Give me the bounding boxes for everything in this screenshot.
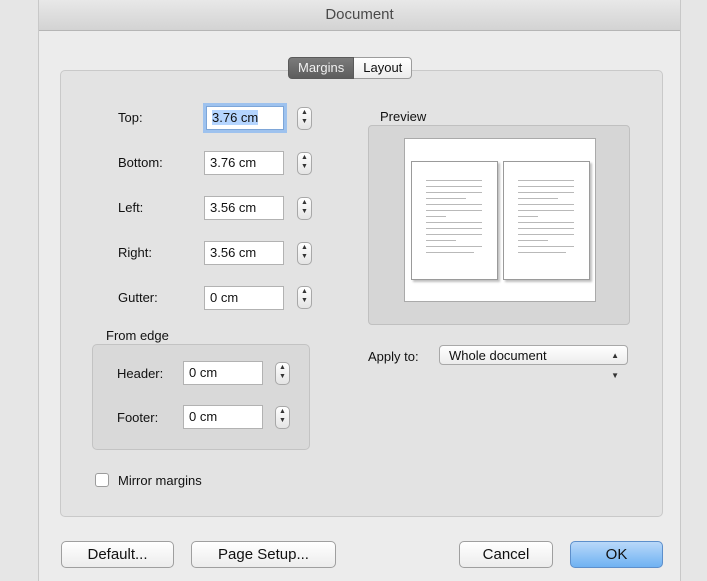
document-dialog: Document Margins Layout Top: 3.76 cm ▲ ▼ … bbox=[38, 0, 681, 581]
tab-margins[interactable]: Margins bbox=[288, 57, 355, 79]
apply-to-value: Whole document bbox=[449, 348, 547, 363]
header-field[interactable]: 0 cm bbox=[183, 361, 263, 385]
apply-to-select[interactable]: Whole document ▲ ▼ bbox=[439, 345, 628, 380]
cancel-button[interactable]: Cancel bbox=[459, 541, 553, 568]
top-margin-stepper[interactable]: ▲ ▼ bbox=[297, 107, 312, 130]
select-arrows-icon: ▲ ▼ bbox=[611, 351, 619, 380]
preview-right-page bbox=[503, 161, 590, 280]
bottom-margin-stepper[interactable]: ▲ ▼ bbox=[297, 152, 312, 175]
top-margin-value: 3.76 cm bbox=[212, 110, 259, 125]
apply-to-label: Apply to: bbox=[368, 349, 419, 364]
ok-button[interactable]: OK bbox=[570, 541, 663, 568]
bottom-label: Bottom: bbox=[118, 155, 163, 170]
header-label: Header: bbox=[117, 366, 164, 381]
preview-left-page bbox=[411, 161, 498, 280]
right-label: Right: bbox=[118, 245, 152, 260]
gutter-stepper[interactable]: ▲ ▼ bbox=[297, 286, 312, 309]
right-margin-stepper[interactable]: ▲ ▼ bbox=[297, 242, 312, 265]
left-margin-stepper[interactable]: ▲ ▼ bbox=[297, 197, 312, 220]
window-title: Document bbox=[39, 0, 680, 31]
header-stepper[interactable]: ▲ ▼ bbox=[275, 362, 290, 385]
tab-bar: Margins Layout bbox=[288, 57, 413, 79]
footer-stepper[interactable]: ▲ ▼ bbox=[275, 406, 290, 429]
top-label: Top: bbox=[118, 110, 143, 125]
page-setup-button[interactable]: Page Setup... bbox=[191, 541, 336, 568]
left-label: Left: bbox=[118, 200, 144, 215]
preview-sheet bbox=[404, 138, 596, 302]
footer-field[interactable]: 0 cm bbox=[183, 405, 263, 429]
background-right bbox=[680, 0, 707, 581]
gutter-field[interactable]: 0 cm bbox=[204, 286, 284, 310]
mirror-margins-label[interactable]: Mirror margins bbox=[118, 473, 202, 488]
default-button[interactable]: Default... bbox=[61, 541, 174, 568]
top-margin-field[interactable]: 3.76 cm bbox=[206, 106, 284, 130]
background-left bbox=[0, 0, 38, 581]
tab-layout[interactable]: Layout bbox=[354, 57, 413, 79]
from-edge-title: From edge bbox=[106, 328, 169, 343]
from-edge-group bbox=[92, 344, 310, 450]
bottom-margin-field[interactable]: 3.76 cm bbox=[204, 151, 284, 175]
preview-title: Preview bbox=[380, 109, 427, 124]
mirror-margins-checkbox[interactable] bbox=[95, 473, 109, 487]
gutter-label: Gutter: bbox=[118, 290, 158, 305]
footer-label: Footer: bbox=[117, 410, 159, 425]
preview-area bbox=[368, 125, 630, 325]
left-margin-field[interactable]: 3.56 cm bbox=[204, 196, 284, 220]
right-margin-field[interactable]: 3.56 cm bbox=[204, 241, 284, 265]
